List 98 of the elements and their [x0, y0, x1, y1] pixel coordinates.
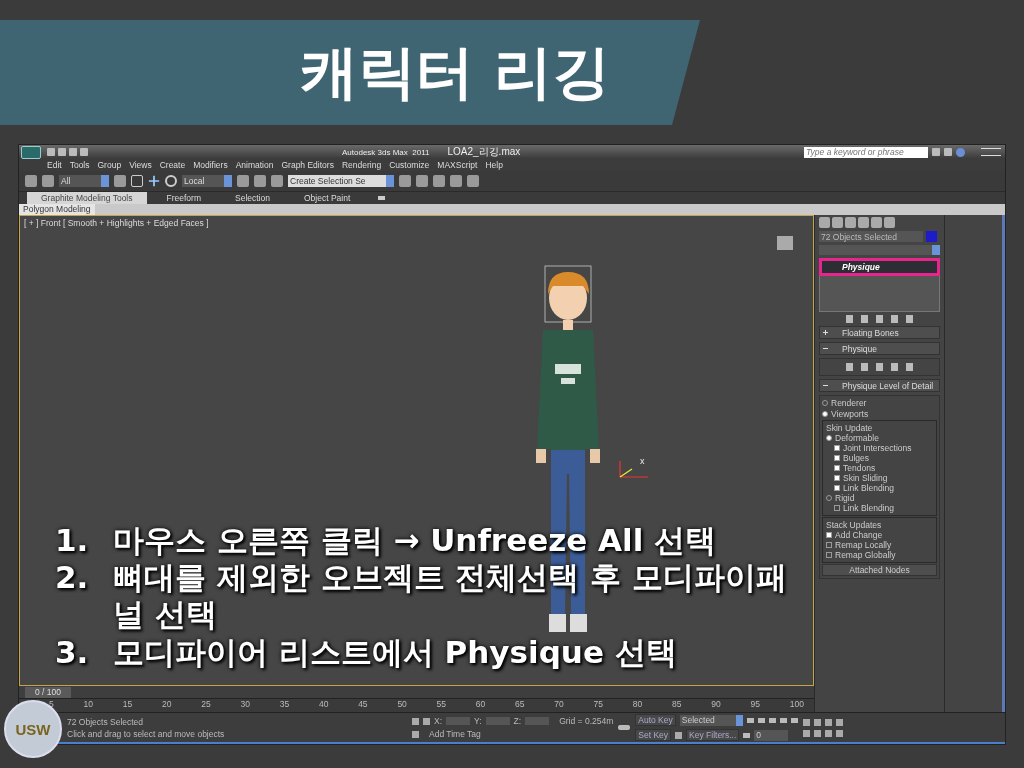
- selection-filter-dropdown[interactable]: All: [59, 175, 109, 187]
- frame-number: 20: [161, 699, 172, 709]
- x-label: X:: [434, 716, 443, 726]
- step-number-overlay: 2.: [55, 559, 90, 598]
- group-title: Stack Updates: [826, 520, 883, 530]
- y-coordinate-field[interactable]: [485, 717, 510, 725]
- rollout-header[interactable]: Floating Bones: [819, 326, 940, 339]
- frame-number: 60: [475, 699, 486, 709]
- step-text-overlay: 마우스 오른쪽 클릭 → Unfreeze All 선택: [113, 522, 718, 560]
- frame-number: 70: [554, 699, 564, 709]
- frame-number: 85: [672, 699, 682, 709]
- modifier-list-dropdown[interactable]: [819, 245, 940, 255]
- frame-number: 65: [515, 699, 525, 709]
- current-frame-field[interactable]: 0: [754, 729, 789, 741]
- frame-number: 10: [83, 699, 93, 709]
- frame-number: 15: [122, 699, 133, 709]
- menu-item[interactable]: Views: [129, 160, 152, 170]
- menu-item[interactable]: Create: [159, 160, 186, 170]
- menu-item[interactable]: Tools: [69, 160, 90, 170]
- time-slider-handle[interactable]: 0 / 100: [25, 686, 71, 698]
- frame-number: 25: [201, 699, 211, 709]
- checkbox-option[interactable]: Link Blending: [826, 483, 933, 493]
- caret-icon[interactable]: [378, 196, 386, 200]
- auto-key-button[interactable]: Auto Key: [635, 714, 676, 726]
- menu-item[interactable]: Customize: [389, 160, 430, 170]
- checkbox-option[interactable]: Joint Intersections: [826, 443, 933, 453]
- prompt-text: Click and drag to select and move objects: [67, 728, 226, 739]
- z-coordinate-field[interactable]: [525, 717, 550, 725]
- attached-nodes-button[interactable]: Attached Nodes: [822, 564, 937, 576]
- step-number-overlay: 3.: [55, 633, 90, 671]
- set-key-button[interactable]: Set Key: [635, 729, 672, 741]
- checkbox-option[interactable]: Skin Sliding: [826, 473, 933, 483]
- app-logo-icon[interactable]: [21, 145, 41, 159]
- frame-number: 40: [318, 699, 329, 709]
- checkbox-option[interactable]: Remap Globally: [826, 550, 933, 560]
- viewport-label: [ + ] Front [ Smooth + Highlights + Edged Faces ]: [24, 218, 209, 228]
- frame-number: 75: [593, 699, 603, 709]
- checkbox-option[interactable]: Tendons: [826, 463, 933, 473]
- step-text-overlay: 모디파이어 리스트에서 Physique 선택: [113, 633, 678, 671]
- frame-number: 35: [279, 699, 290, 709]
- ribbon-panel-tab[interactable]: Polygon Modeling: [19, 204, 95, 215]
- axis-label: x: [640, 456, 645, 466]
- slide-title: 캐릭터 리깅: [299, 36, 611, 108]
- checkbox-option[interactable]: Link Blending: [826, 503, 933, 513]
- menu-item[interactable]: Group: [97, 160, 122, 170]
- group-title: Skin Update: [826, 423, 874, 433]
- radio-option[interactable]: Rigid: [826, 493, 933, 503]
- ribbon-tab[interactable]: Freeform: [152, 192, 215, 204]
- search-field[interactable]: Type a keyword or phrase: [804, 146, 928, 158]
- menu-item[interactable]: MAXScript: [437, 160, 478, 170]
- reference-coordinate-dropdown[interactable]: Local: [182, 175, 232, 187]
- radio-option[interactable]: Viewports: [822, 409, 937, 419]
- color-swatch[interactable]: [926, 231, 937, 242]
- ribbon-tab[interactable]: Graphite Modeling Tools: [27, 192, 147, 204]
- logo-text: USW: [15, 720, 51, 738]
- z-label: Z:: [513, 716, 522, 726]
- checkbox-option[interactable]: Add Change: [826, 530, 933, 540]
- menu-item[interactable]: Graph Editors: [281, 160, 334, 170]
- window-title: Autodesk 3ds Max 2011: [342, 147, 430, 157]
- rollout-header[interactable]: Physique Level of Detail: [819, 379, 940, 392]
- modifier-item[interactable]: Physique: [822, 261, 937, 273]
- step-number-overlay: 1.: [55, 522, 90, 560]
- ribbon-tab[interactable]: Object Paint: [289, 192, 365, 204]
- selection-count: 72 Objects Selected: [67, 716, 145, 727]
- frame-number: 80: [632, 699, 643, 709]
- grid-size: Grid = 0.254m: [559, 716, 614, 726]
- named-selection-dropdown[interactable]: Create Selection Se: [288, 175, 394, 187]
- radio-option[interactable]: Renderer: [822, 398, 937, 408]
- frame-number: 50: [397, 699, 407, 709]
- window-controls-icon[interactable]: [981, 148, 1001, 156]
- file-name: LOA2_리깅.max: [447, 145, 521, 159]
- add-time-tag-link[interactable]: Add Time Tag: [429, 729, 481, 739]
- frame-number: 45: [358, 699, 368, 709]
- frame-number: 30: [240, 699, 250, 709]
- checkbox-option[interactable]: Remap Locally: [826, 540, 933, 550]
- region-select-icon[interactable]: [131, 175, 143, 187]
- menu-item[interactable]: Animation: [235, 160, 274, 170]
- radio-option[interactable]: Deformable: [826, 433, 933, 443]
- rotate-icon[interactable]: [165, 175, 177, 187]
- rollout-header[interactable]: Physique: [819, 342, 940, 355]
- frame-number: 95: [750, 699, 760, 709]
- menu-item[interactable]: Modifiers: [193, 160, 228, 170]
- menu-item[interactable]: Edit: [47, 160, 62, 170]
- checkbox-option[interactable]: Bulges: [826, 453, 933, 463]
- time-slider[interactable]: 0 / 100: [19, 686, 814, 698]
- step-text-overlay: 뼈대를 제외한 오브젝트 전체선택 후 모디파이패널 선택: [113, 559, 788, 634]
- ribbon-tab[interactable]: Selection: [221, 192, 284, 204]
- frame-number: 100: [789, 699, 804, 709]
- y-label: Y:: [474, 716, 482, 726]
- help-icon[interactable]: [956, 147, 965, 157]
- frame-number: 55: [436, 699, 447, 709]
- object-name-field[interactable]: 72 Objects Selected: [819, 231, 923, 242]
- frame-number: 90: [711, 699, 721, 709]
- menu-item[interactable]: Help: [485, 160, 503, 170]
- x-coordinate-field[interactable]: [446, 717, 471, 725]
- frame-number: 5: [49, 699, 54, 709]
- key-filters-button[interactable]: Key Filters...: [686, 729, 740, 741]
- menu-item[interactable]: Rendering: [341, 160, 382, 170]
